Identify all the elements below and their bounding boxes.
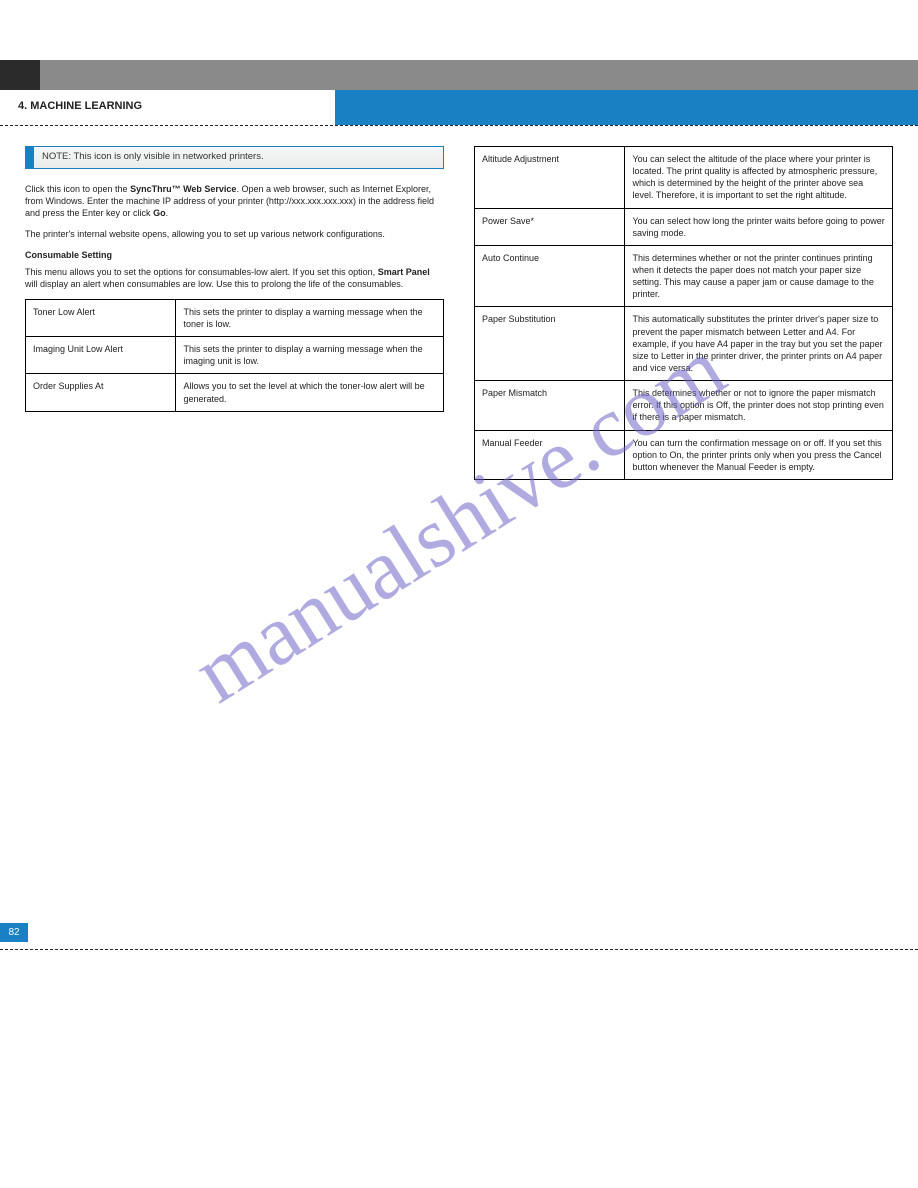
printer-setting-table: Altitude Adjustment You can select the a… <box>474 146 893 480</box>
section-header-blue <box>335 90 918 125</box>
cell-key: Order Supplies At <box>26 374 176 411</box>
section-header-label: 4. MACHINE LEARNING <box>0 90 335 125</box>
note-text: This icon is only visible in networked p… <box>74 151 264 162</box>
go-label: Go <box>153 208 166 218</box>
text: This menu allows you to set the options … <box>25 267 378 277</box>
cell-val: This determines whether or not to ignore… <box>625 381 893 430</box>
cell-val: You can select how long the printer wait… <box>625 208 893 245</box>
syncthru-name: SyncThru™ Web Service <box>130 184 236 194</box>
cell-val: Allows you to set the level at which the… <box>176 374 444 411</box>
topbar-black-segment <box>0 60 40 90</box>
table-row: Toner Low Alert This sets the printer to… <box>26 299 444 336</box>
page-number: 82 <box>0 923 28 942</box>
paragraph-syncthru: Click this icon to open the SyncThru™ We… <box>25 183 444 219</box>
table-row: Paper Mismatch This determines whether o… <box>475 381 893 430</box>
table-row: Auto Continue This determines whether or… <box>475 245 893 307</box>
cell-key: Auto Continue <box>475 245 625 307</box>
cell-key: Power Save* <box>475 208 625 245</box>
cell-val: You can turn the confirmation message on… <box>625 430 893 479</box>
cell-key: Toner Low Alert <box>26 299 176 336</box>
topbar-gray-segment <box>40 60 918 90</box>
cell-val: This sets the printer to display a warni… <box>176 337 444 374</box>
table-row: Power Save* You can select how long the … <box>475 208 893 245</box>
note-box: NOTE: This icon is only visible in netwo… <box>25 146 444 169</box>
column-right: Altitude Adjustment You can select the a… <box>474 146 893 480</box>
paragraph-website: The printer's internal website opens, al… <box>25 228 444 240</box>
top-bar <box>0 60 918 90</box>
table-row: Altitude Adjustment You can select the a… <box>475 147 893 209</box>
cell-val: You can select the altitude of the place… <box>625 147 893 209</box>
text: Click this icon to open the <box>25 184 130 194</box>
table-row: Imaging Unit Low Alert This sets the pri… <box>26 337 444 374</box>
note-content: NOTE: This icon is only visible in netwo… <box>33 146 444 169</box>
cell-key: Manual Feeder <box>475 430 625 479</box>
cell-val: This determines whether or not the print… <box>625 245 893 307</box>
text: will display an alert when consumables a… <box>25 279 403 289</box>
cell-key: Paper Mismatch <box>475 381 625 430</box>
table-row: Order Supplies At Allows you to set the … <box>26 374 444 411</box>
paragraph-consumable: This menu allows you to set the options … <box>25 266 444 290</box>
divider-dashed-bottom <box>0 949 918 950</box>
table-row: Manual Feeder You can turn the confirmat… <box>475 430 893 479</box>
section-header-bar: 4. MACHINE LEARNING <box>0 90 918 125</box>
column-left: NOTE: This icon is only visible in netwo… <box>25 146 444 480</box>
table-row: Paper Substitution This automatically su… <box>475 307 893 381</box>
consumable-setting-heading: Consumable Setting <box>25 249 444 261</box>
page-footer: 82 <box>0 949 918 950</box>
note-label: NOTE: <box>42 151 71 162</box>
smart-panel-name: Smart Panel <box>378 267 430 277</box>
consumable-table: Toner Low Alert This sets the printer to… <box>25 299 444 412</box>
cell-key: Altitude Adjustment <box>475 147 625 209</box>
cell-key: Imaging Unit Low Alert <box>26 337 176 374</box>
content-columns: NOTE: This icon is only visible in netwo… <box>0 126 918 480</box>
note-accent-bar <box>25 146 33 169</box>
document-page: 4. MACHINE LEARNING NOTE: This icon is o… <box>0 60 918 1188</box>
text: . <box>166 208 169 218</box>
cell-val: This sets the printer to display a warni… <box>176 299 444 336</box>
cell-val: This automatically substitutes the print… <box>625 307 893 381</box>
cell-key: Paper Substitution <box>475 307 625 381</box>
